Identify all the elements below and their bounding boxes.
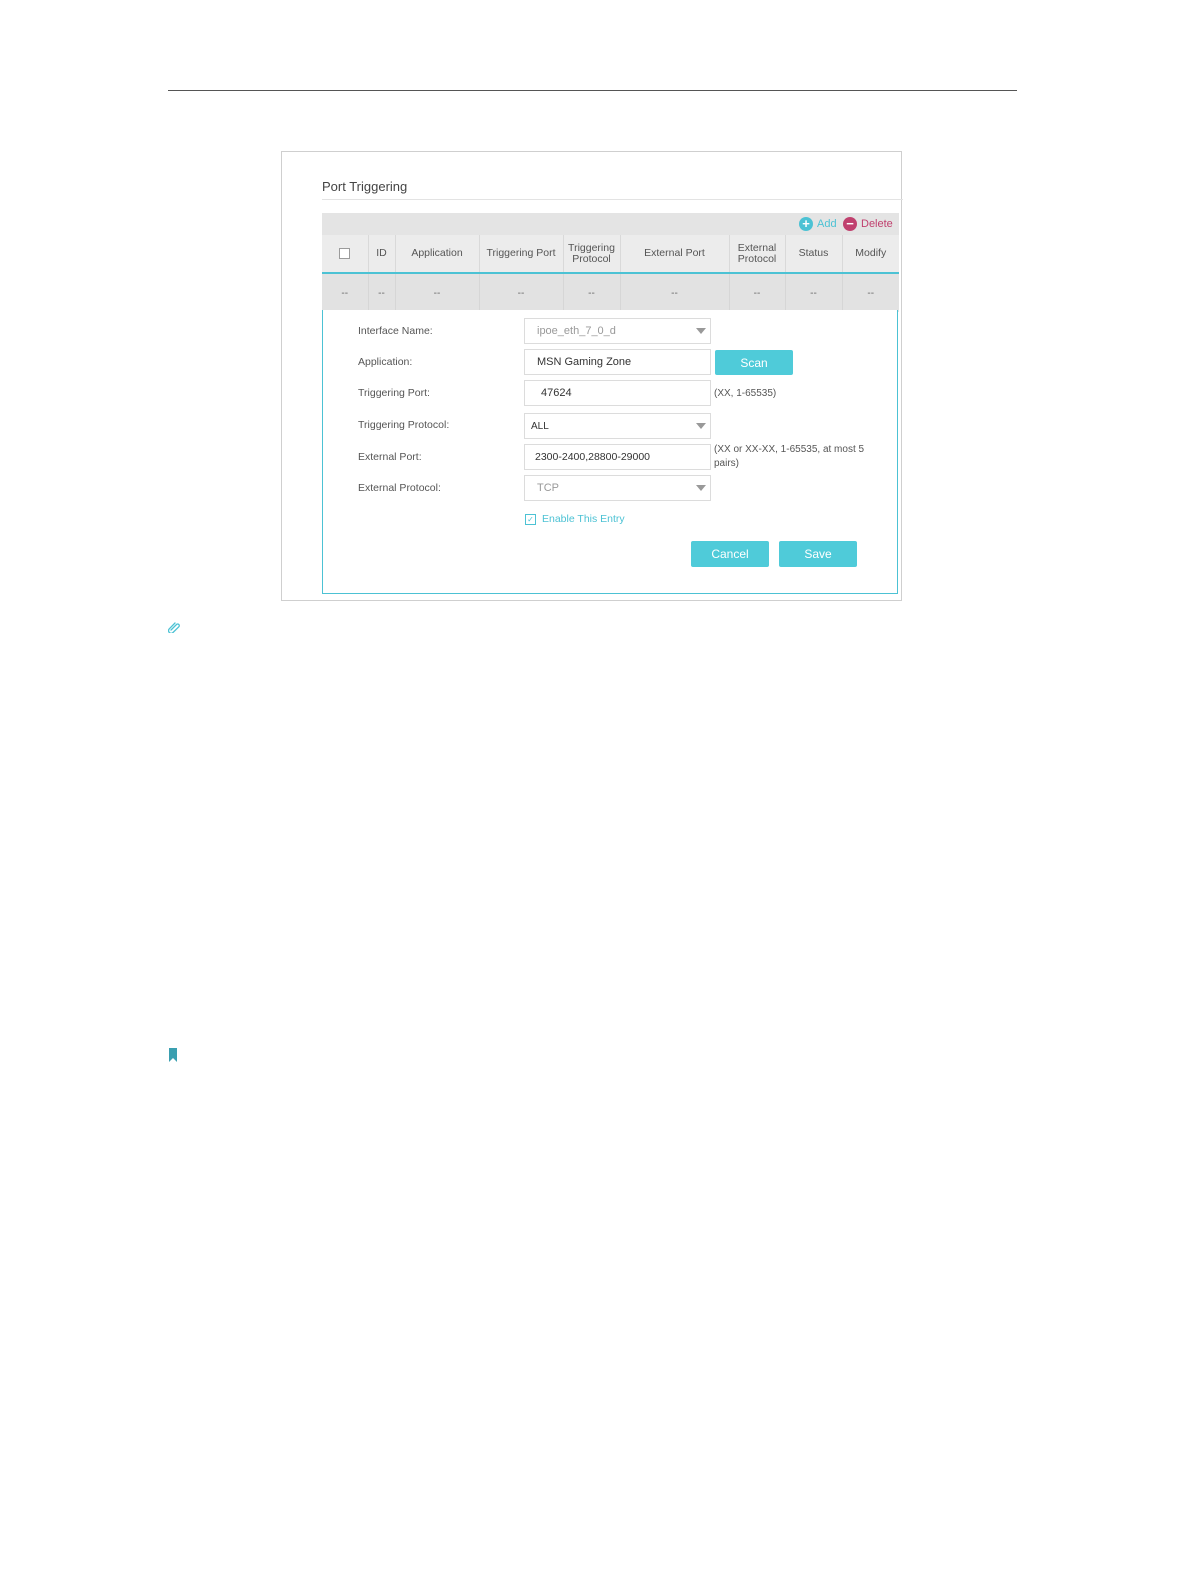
chevron-down-icon <box>696 485 706 491</box>
column-header: Triggering Port <box>479 235 564 274</box>
external-port-label: External Port: <box>358 451 422 463</box>
column-header: ID <box>368 235 396 274</box>
checkmark-icon: ✓ <box>525 513 536 525</box>
select-all-checkbox[interactable] <box>339 247 351 259</box>
external-protocol-select[interactable]: TCP <box>524 475 711 501</box>
save-button[interactable]: Save <box>779 541 857 567</box>
triggering-port-label: Triggering Port: <box>358 387 430 399</box>
column-header: External Port <box>620 235 730 274</box>
chevron-down-icon <box>696 328 706 334</box>
column-header: Status <box>785 235 843 274</box>
chevron-down-icon <box>696 423 706 429</box>
port-triggering-table: ID Application Triggering Port Triggerin… <box>322 235 899 312</box>
plus-icon: + <box>799 217 813 231</box>
title-divider <box>322 199 903 200</box>
triggering-protocol-value: ALL <box>531 420 549 432</box>
table-header-row: ID Application Triggering Port Triggerin… <box>322 235 899 274</box>
minus-icon: − <box>843 217 857 231</box>
add-button[interactable]: + Add <box>799 216 837 232</box>
add-label: Add <box>817 218 837 230</box>
table-cell: -- <box>395 273 480 312</box>
table-cell: -- <box>620 273 730 312</box>
column-header: Modify <box>842 235 899 274</box>
bookmark-icon <box>169 1048 177 1062</box>
table-cell: -- <box>563 273 621 312</box>
interface-name-select[interactable]: ipoe_eth_7_0_d <box>524 318 711 344</box>
table-cell: -- <box>322 273 369 312</box>
enable-entry-checkbox[interactable]: ✓ Enable This Entry <box>525 513 625 525</box>
column-header: External Protocol <box>729 235 786 274</box>
column-header: Application <box>395 235 480 274</box>
interface-name-value: ipoe_eth_7_0_d <box>537 325 616 337</box>
triggering-port-hint: (XX, 1-65535) <box>714 388 777 399</box>
table-cell: -- <box>785 273 843 312</box>
external-protocol-label: External Protocol: <box>358 482 441 494</box>
panel-title: Port Triggering <box>322 179 408 194</box>
table-cell: -- <box>842 273 899 312</box>
column-header: Triggering Protocol <box>563 235 621 274</box>
external-protocol-value: TCP <box>537 482 559 494</box>
table-toolbar: + Add − Delete <box>322 213 899 235</box>
application-input[interactable]: MSN Gaming Zone <box>524 349 711 375</box>
application-value: MSN Gaming Zone <box>537 356 632 368</box>
note-clip-icon <box>168 622 180 633</box>
triggering-port-value: 47624 <box>541 387 572 399</box>
triggering-port-input[interactable]: 47624 <box>524 380 711 406</box>
delete-button[interactable]: − Delete <box>843 216 893 232</box>
external-port-input[interactable]: 2300-2400,28800-29000 <box>524 444 711 470</box>
scan-button[interactable]: Scan <box>715 350 793 375</box>
table-cell: -- <box>729 273 786 312</box>
triggering-protocol-select[interactable]: ALL <box>524 413 711 439</box>
delete-label: Delete <box>861 218 893 230</box>
table-row: -- -- -- -- -- -- -- -- -- <box>322 273 899 312</box>
table-cell: -- <box>368 273 396 312</box>
application-label: Application: <box>358 356 413 368</box>
port-triggering-panel: Port Triggering + Add − Delete ID Applic… <box>281 151 903 601</box>
interface-name-label: Interface Name: <box>358 325 433 337</box>
enable-entry-label: Enable This Entry <box>542 513 625 525</box>
table-cell: -- <box>479 273 564 312</box>
triggering-protocol-label: Triggering Protocol: <box>358 419 450 431</box>
page-top-rule <box>168 90 1017 91</box>
entry-form: Interface Name: ipoe_eth_7_0_d Applicati… <box>322 310 898 594</box>
select-all-header[interactable] <box>322 235 369 274</box>
cancel-button[interactable]: Cancel <box>691 541 769 567</box>
external-port-hint: (XX or XX-XX, 1-65535, at most 5 pairs) <box>714 444 865 469</box>
external-port-value: 2300-2400,28800-29000 <box>535 451 651 463</box>
